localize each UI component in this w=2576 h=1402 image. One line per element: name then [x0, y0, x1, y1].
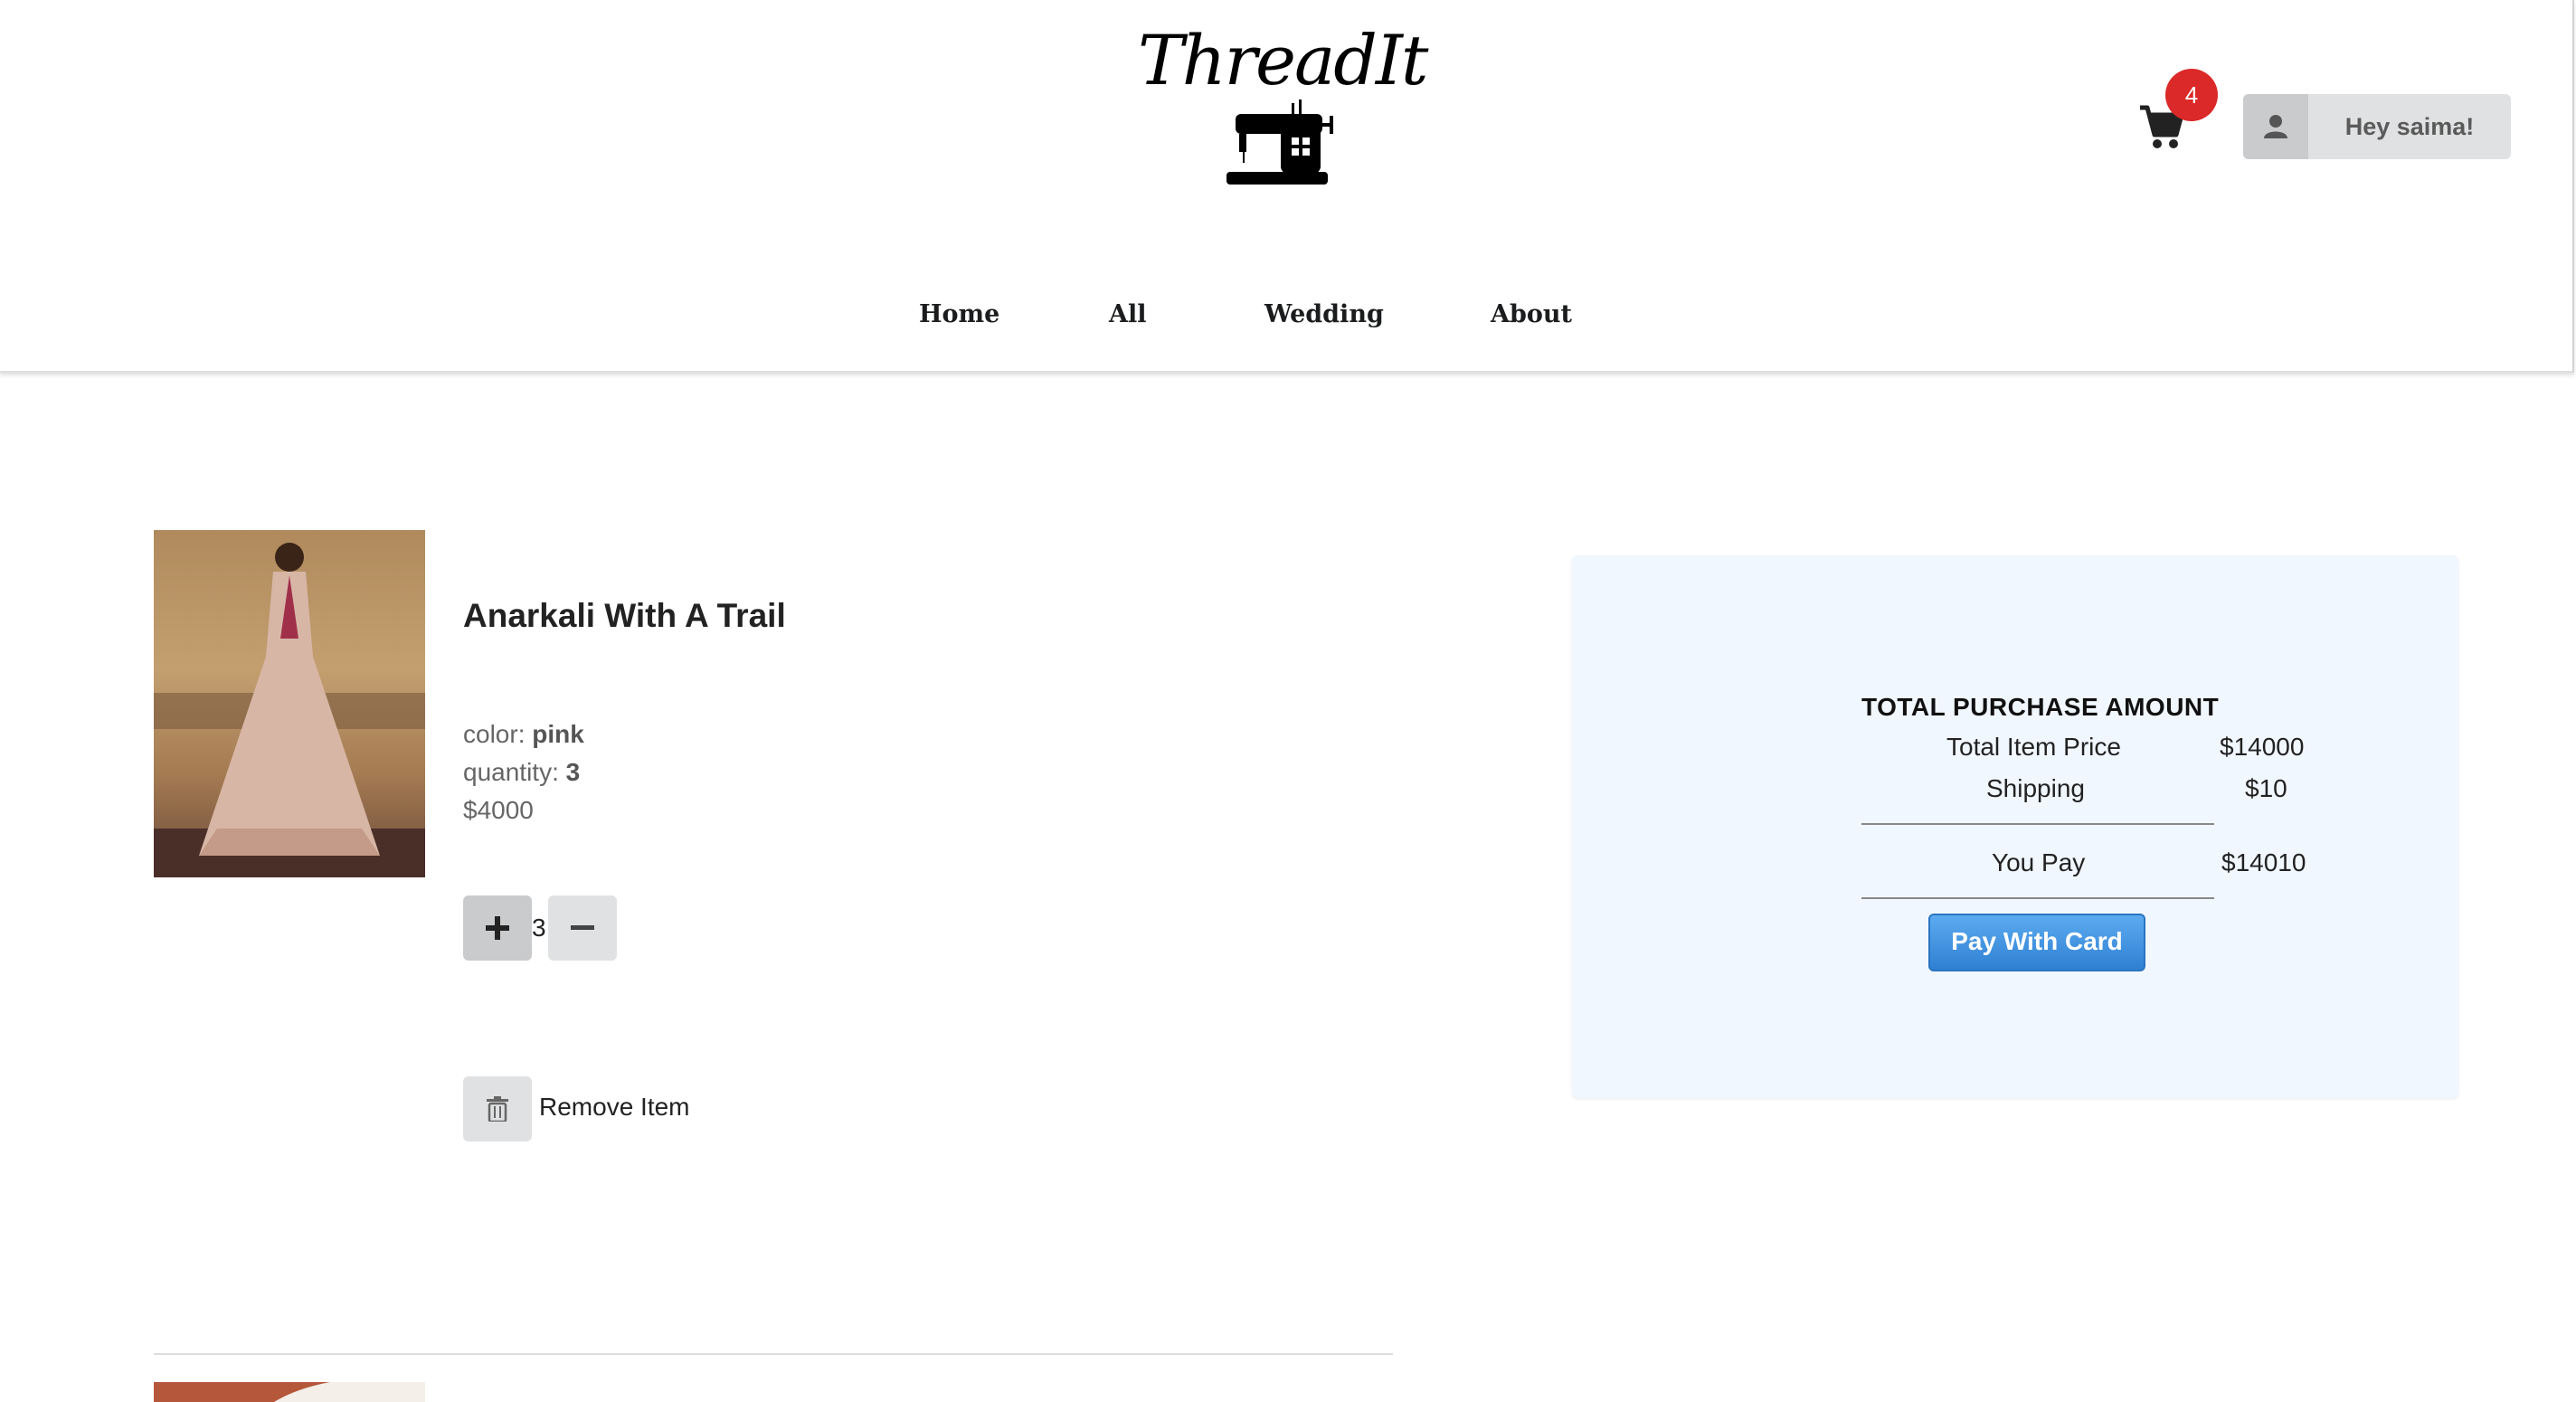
- shipping-value: $10: [2245, 774, 2287, 802]
- pay-with-card-button[interactable]: Pay With Card: [1928, 914, 2145, 971]
- increase-quantity-button[interactable]: [463, 895, 532, 961]
- sewing-machine-icon: [1226, 99, 1333, 185]
- product-title[interactable]: Anarkali With A Trail: [463, 597, 786, 635]
- nav-wedding[interactable]: Wedding: [1264, 300, 1384, 328]
- shipping-label: Shipping: [1986, 774, 2085, 802]
- total-item-price-label: Total Item Price: [1946, 733, 2121, 761]
- minus-icon: [571, 925, 594, 930]
- nav-about[interactable]: About: [1491, 300, 1572, 328]
- you-pay-value: $14010: [2221, 848, 2306, 876]
- product-quantity: quantity: 3: [463, 758, 581, 786]
- user-menu-button[interactable]: Hey saima!: [2243, 94, 2511, 159]
- user-icon: [2243, 94, 2308, 159]
- summary-title: TOTAL PURCHASE AMOUNT: [1861, 693, 2220, 721]
- total-item-price-value: $14000: [2220, 733, 2305, 761]
- product-image[interactable]: [154, 530, 425, 877]
- logo-text: ThreadIt: [1138, 20, 1428, 100]
- purchase-summary-panel: [1572, 555, 2458, 1098]
- next-product-image[interactable]: [154, 1382, 425, 1402]
- product-price: $4000: [463, 796, 534, 824]
- nav-all[interactable]: All: [1109, 300, 1146, 328]
- cart-count-badge: 4: [2165, 69, 2218, 121]
- trash-icon: [487, 1096, 508, 1122]
- summary-divider-bottom: [1861, 897, 2214, 899]
- item-divider: [154, 1353, 1393, 1355]
- remove-item-label[interactable]: Remove Item: [539, 1093, 690, 1122]
- remove-item-button[interactable]: [463, 1076, 532, 1141]
- site-header: ThreadIt 4 Hey saima! Home All Wedding A…: [0, 0, 2574, 373]
- user-greeting: Hey saima!: [2344, 113, 2475, 140]
- product-color: color: pink: [463, 720, 584, 748]
- you-pay-label: You Pay: [1992, 848, 2086, 876]
- site-logo[interactable]: ThreadIt: [1138, 20, 1428, 192]
- decrease-quantity-button[interactable]: [548, 895, 617, 961]
- nav-home[interactable]: Home: [919, 300, 999, 328]
- summary-divider: [1861, 823, 2214, 825]
- plus-icon: [486, 916, 509, 940]
- quantity-value: 3: [532, 914, 546, 942]
